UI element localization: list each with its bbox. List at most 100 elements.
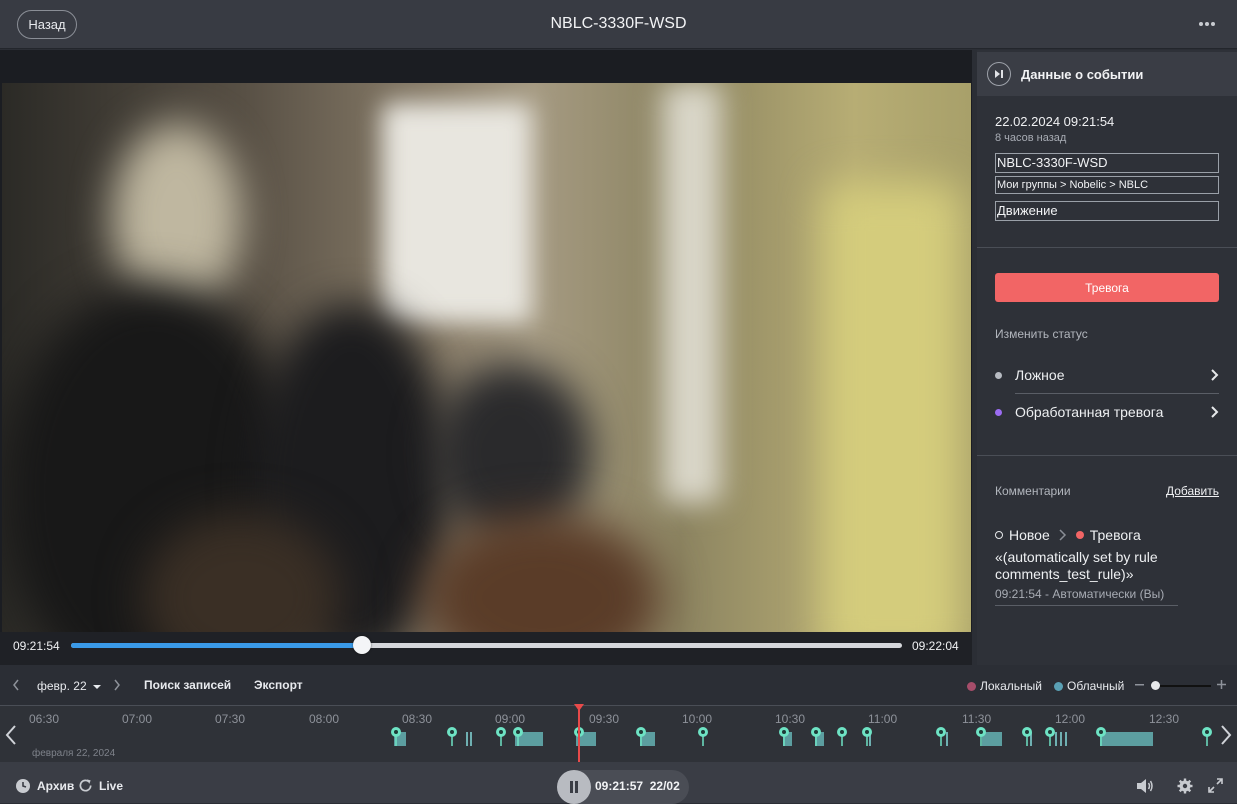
legend-cloud: Облачный bbox=[1054, 679, 1124, 693]
tick-label: 10:30 bbox=[775, 712, 806, 726]
playback-date: 22/02 bbox=[649, 779, 680, 793]
event-datetime: 22.02.2024 09:21:54 bbox=[995, 114, 1115, 129]
pause-button[interactable] bbox=[557, 770, 591, 804]
status-label: Обработанная тревога bbox=[1015, 404, 1164, 420]
tick-label: 07:30 bbox=[215, 712, 246, 726]
tick-label: 08:00 bbox=[309, 712, 340, 726]
more-icon[interactable] bbox=[1197, 14, 1217, 34]
event-marker-icon[interactable] bbox=[697, 726, 709, 746]
comment-meta: 09:21:54 - Автоматически (Вы) bbox=[995, 587, 1165, 601]
tick-label: 09:00 bbox=[495, 712, 526, 726]
playback-clock: 09:21:57 bbox=[595, 779, 644, 793]
comment-from: Новое bbox=[1009, 527, 1050, 543]
legend-label: Облачный bbox=[1067, 679, 1125, 693]
status-alarm-dot bbox=[1075, 531, 1084, 539]
tick-label: 12:00 bbox=[1055, 712, 1086, 726]
recording-segment[interactable] bbox=[1065, 732, 1067, 746]
event-marker-icon[interactable] bbox=[1021, 726, 1033, 746]
date-value: февр. 22 bbox=[37, 679, 87, 693]
status-processed[interactable]: Обработанная тревога bbox=[995, 394, 1219, 430]
event-panel-header: Данные о событии bbox=[977, 52, 1237, 96]
add-comment-link[interactable]: Добавить bbox=[1166, 484, 1219, 498]
event-ago: 8 часов назад bbox=[995, 132, 1067, 144]
recording-segment[interactable] bbox=[466, 732, 468, 746]
top-bar: Назад NBLC-3330F-WSD bbox=[0, 0, 1237, 49]
bottom-bar: Архив Live 09:21:57 22/02 bbox=[0, 762, 1237, 804]
skip-icon[interactable] bbox=[987, 62, 1011, 86]
pause-icon bbox=[570, 781, 578, 793]
alarm-button[interactable]: Тревога bbox=[995, 273, 1219, 302]
scrub-bar bbox=[0, 632, 972, 665]
event-marker-icon[interactable] bbox=[635, 726, 647, 746]
event-marker-icon[interactable] bbox=[1044, 726, 1056, 746]
zoom-in-icon[interactable] bbox=[1217, 680, 1226, 689]
event-marker-icon[interactable] bbox=[390, 726, 402, 746]
camera-name-field: NBLC-3330F-WSD bbox=[995, 153, 1219, 173]
recording-segment[interactable] bbox=[470, 732, 472, 746]
live-label: Live bbox=[99, 778, 124, 793]
legend-local: Локальный bbox=[967, 679, 1042, 693]
clock-icon bbox=[16, 779, 30, 793]
timeline[interactable]: 06:30 07:00 07:30 08:00 08:30 09:00 09:3… bbox=[0, 704, 1237, 763]
event-marker-icon[interactable] bbox=[778, 726, 790, 746]
event-marker-icon[interactable] bbox=[810, 726, 822, 746]
legend-label: Локальный bbox=[980, 679, 1042, 693]
tick-label: 06:30 bbox=[29, 712, 60, 726]
event-marker-icon[interactable] bbox=[446, 726, 458, 746]
tick-label: 08:30 bbox=[402, 712, 433, 726]
tick-label: 12:30 bbox=[1149, 712, 1180, 726]
event-marker-icon[interactable] bbox=[975, 726, 987, 746]
status-new-dot bbox=[995, 531, 1003, 539]
recording-segment[interactable] bbox=[1100, 732, 1153, 746]
timeline-playhead[interactable] bbox=[578, 706, 580, 763]
event-marker-icon[interactable] bbox=[1201, 726, 1213, 746]
tick-label: 11:00 bbox=[868, 712, 898, 726]
divider bbox=[977, 247, 1237, 248]
caret-down-icon bbox=[92, 685, 101, 689]
refresh-icon bbox=[79, 779, 92, 792]
zoom-slider[interactable] bbox=[1155, 685, 1211, 687]
progress-thumb[interactable] bbox=[352, 636, 371, 654]
event-marker-icon[interactable] bbox=[861, 726, 873, 746]
next-day-icon[interactable] bbox=[113, 679, 121, 691]
event-marker-icon[interactable] bbox=[1095, 726, 1107, 746]
divider bbox=[977, 455, 1237, 456]
event-marker-icon[interactable] bbox=[495, 726, 507, 746]
clip-start-time: 09:21:54 bbox=[13, 639, 60, 653]
chevron-right-icon bbox=[1059, 529, 1066, 541]
live-button[interactable]: Live bbox=[78, 778, 123, 793]
playhead-marker-icon bbox=[574, 704, 584, 711]
search-records-button[interactable]: Поиск записей bbox=[144, 678, 231, 692]
archive-button[interactable]: Архив bbox=[15, 778, 74, 794]
event-marker-icon[interactable] bbox=[512, 726, 524, 746]
status-false[interactable]: Ложное bbox=[995, 357, 1219, 393]
tick-label: 09:30 bbox=[589, 712, 620, 726]
settings-icon[interactable] bbox=[1177, 778, 1193, 794]
event-marker-icon[interactable] bbox=[836, 726, 848, 746]
zoom-out-icon[interactable] bbox=[1135, 684, 1144, 686]
video-frame bbox=[2, 83, 971, 682]
comment-text: «(automatically set by rule comments_tes… bbox=[995, 549, 1158, 582]
timeline-next-icon[interactable] bbox=[1219, 724, 1233, 746]
zoom-slider-handle[interactable] bbox=[1151, 681, 1160, 690]
event-marker-icon[interactable] bbox=[935, 726, 947, 746]
legend-dot bbox=[967, 682, 976, 691]
progress-fill bbox=[71, 643, 362, 648]
tick-label: 07:00 bbox=[122, 712, 153, 726]
progress-track[interactable] bbox=[71, 643, 902, 648]
archive-label: Архив bbox=[37, 779, 75, 793]
event-panel-title: Данные о событии bbox=[1021, 66, 1144, 82]
status-dot bbox=[995, 371, 1002, 379]
prev-day-icon[interactable] bbox=[12, 679, 20, 691]
video-player[interactable] bbox=[0, 50, 972, 682]
export-button[interactable]: Экспорт bbox=[254, 678, 303, 692]
comments-label: Комментарии bbox=[995, 484, 1071, 498]
clip-end-time: 09:22:04 bbox=[912, 639, 959, 653]
timeline-prev-icon[interactable] bbox=[4, 724, 18, 746]
date-picker[interactable]: февр. 22 bbox=[37, 679, 101, 693]
playback-control: 09:21:57 22/02 bbox=[557, 770, 689, 804]
fullscreen-icon[interactable] bbox=[1208, 778, 1223, 793]
legend-dot bbox=[1054, 682, 1063, 691]
volume-icon[interactable] bbox=[1136, 778, 1154, 794]
recording-segment[interactable] bbox=[1060, 732, 1062, 746]
